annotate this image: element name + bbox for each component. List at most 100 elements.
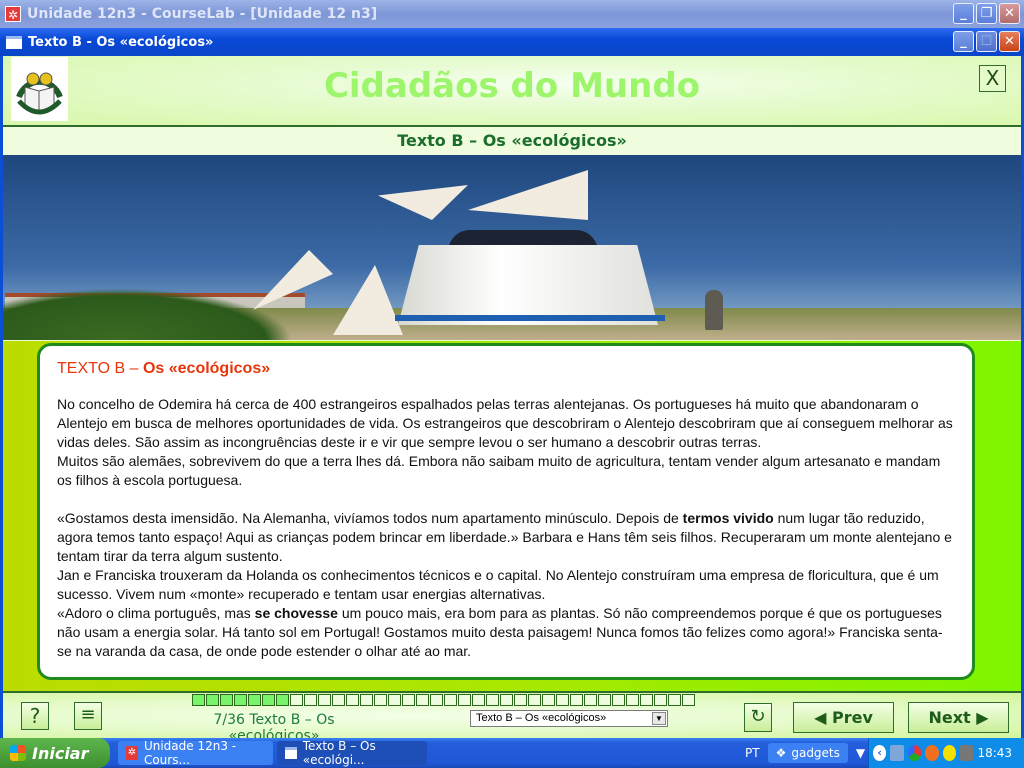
taskbar-item[interactable]: ✲ Unidade 12n3 - Cours...: [118, 739, 273, 767]
inner-window-title: Texto B - Os «ecológicos»: [28, 34, 214, 50]
toolbar-dropdown-icon[interactable]: ▼: [856, 746, 865, 760]
progress-cell[interactable]: [248, 694, 261, 706]
progress-cell[interactable]: [444, 694, 457, 706]
photo-person: [705, 290, 723, 330]
outer-minimize-button[interactable]: _: [953, 3, 974, 24]
inner-window-titlebar[interactable]: Texto B - Os «ecológicos» _ ☐ ✕: [0, 28, 1024, 56]
gadgets-icon: ❖: [775, 746, 787, 760]
photo-mill-body: [398, 245, 658, 325]
bold-phrase: se chovesse: [254, 605, 338, 621]
article-paragraph: Muitos são alemães, sobrevivem do que a …: [57, 453, 941, 488]
progress-cell[interactable]: [584, 694, 597, 706]
article-paragraph: «Gostamos desta imensidão. Na Alemanha, …: [57, 509, 955, 566]
chevron-down-icon[interactable]: ▼: [652, 712, 666, 725]
inner-close-button[interactable]: ✕: [999, 31, 1020, 52]
progress-cell[interactable]: [500, 694, 513, 706]
progress-cell[interactable]: [528, 694, 541, 706]
progress-cell[interactable]: [318, 694, 331, 706]
progress-cell[interactable]: [402, 694, 415, 706]
progress-cell[interactable]: [192, 694, 205, 706]
courselab-icon: ✲: [126, 746, 138, 760]
progress-cell[interactable]: [626, 694, 639, 706]
progress-cell[interactable]: [682, 694, 695, 706]
progress-cell[interactable]: [514, 694, 527, 706]
progress-cell[interactable]: [458, 694, 471, 706]
courselab-icon: ✲: [5, 6, 21, 22]
inner-minimize-button[interactable]: _: [953, 31, 974, 52]
progress-cell[interactable]: [332, 694, 345, 706]
progress-cell[interactable]: [472, 694, 485, 706]
progress-cell[interactable]: [430, 694, 443, 706]
progress-cell[interactable]: [612, 694, 625, 706]
photo-sail: [378, 185, 468, 220]
taskbar-item-label: Unidade 12n3 - Cours...: [143, 739, 237, 767]
slide-subtitle: Texto B – Os «ecológicos»: [3, 127, 1021, 155]
browser-icon[interactable]: [907, 745, 922, 761]
next-button[interactable]: Next ▶: [908, 702, 1009, 733]
menu-button[interactable]: ≡: [74, 702, 102, 730]
progress-cell[interactable]: [598, 694, 611, 706]
progress-cell[interactable]: [360, 694, 373, 706]
start-button[interactable]: Iniciar: [0, 738, 110, 768]
bold-phrase: termos vivido: [682, 510, 774, 526]
progress-cell[interactable]: [206, 694, 219, 706]
course-header: Cidadãos do Mundo X: [3, 56, 1021, 127]
outer-close-button[interactable]: ✕: [999, 3, 1020, 24]
progress-cell[interactable]: [290, 694, 303, 706]
text-area-background: TEXTO B – Os «ecológicos» No concelho de…: [3, 341, 1021, 691]
progress-cell[interactable]: [220, 694, 233, 706]
progress-cell[interactable]: [262, 694, 275, 706]
progress-cell[interactable]: [276, 694, 289, 706]
progress-cell[interactable]: [668, 694, 681, 706]
start-label: Iniciar: [32, 743, 89, 763]
tray-collapse-icon[interactable]: ‹: [873, 745, 887, 761]
progress-cell[interactable]: [388, 694, 401, 706]
course-close-button[interactable]: X: [979, 65, 1006, 92]
article-title-main: Os «ecológicos»: [142, 360, 271, 377]
slide-select[interactable]: Texto B – Os «ecológicos» ▼: [470, 710, 668, 727]
slide-counter: 7/36 Texto B – Os «ecológicos»: [213, 712, 335, 738]
app-tray-icon[interactable]: [925, 745, 939, 761]
inner-maximize-button[interactable]: ☐: [976, 31, 997, 52]
article-panel: TEXTO B – Os «ecológicos» No concelho de…: [37, 343, 975, 680]
refresh-button[interactable]: ↻: [744, 703, 772, 732]
progress-cell[interactable]: [556, 694, 569, 706]
photo-sail: [333, 265, 403, 335]
outer-window-title: Unidade 12n3 - CourseLab - [Unidade 12 n…: [27, 6, 378, 22]
progress-bar: [192, 694, 695, 706]
progress-cell[interactable]: [304, 694, 317, 706]
photo-sail: [468, 170, 588, 220]
progress-cell[interactable]: [570, 694, 583, 706]
gadgets-label: gadgets: [791, 746, 840, 760]
clock[interactable]: 18:43: [977, 746, 1012, 760]
outer-window-titlebar[interactable]: ✲ Unidade 12n3 - CourseLab - [Unidade 12…: [0, 0, 1024, 28]
network-icon[interactable]: [890, 745, 904, 761]
inner-window: Texto B - Os «ecológicos» _ ☐ ✕ Cidadãos…: [0, 28, 1024, 738]
article-title: TEXTO B – Os «ecológicos»: [57, 360, 955, 378]
progress-cell[interactable]: [542, 694, 555, 706]
system-tray: ‹ 18:43: [868, 738, 1024, 768]
wifi-icon[interactable]: [942, 745, 957, 761]
taskbar-item-active[interactable]: Texto B – Os «ecológi...: [277, 739, 427, 767]
course-content: Cidadãos do Mundo X Texto B – Os «ecológ…: [3, 56, 1021, 738]
progress-cell[interactable]: [234, 694, 247, 706]
progress-cell[interactable]: [416, 694, 429, 706]
language-indicator[interactable]: PT: [745, 746, 760, 760]
progress-cell[interactable]: [640, 694, 653, 706]
slide-select-value: Texto B – Os «ecológicos»: [476, 712, 607, 724]
course-title: Cidadãos do Mundo: [323, 66, 701, 106]
navigation-footer: ? ≡ 7/36 Texto B – Os «ecológicos» Texto…: [3, 691, 1021, 738]
progress-cell[interactable]: [374, 694, 387, 706]
help-button[interactable]: ?: [21, 702, 49, 730]
progress-cell[interactable]: [654, 694, 667, 706]
gadgets-button[interactable]: ❖ gadgets: [767, 743, 848, 763]
progress-cell[interactable]: [346, 694, 359, 706]
article-title-prefix: TEXTO B –: [57, 360, 143, 377]
photo-mill-stripe: [395, 315, 665, 321]
taskbar: Iniciar ✲ Unidade 12n3 - Cours... Texto …: [0, 738, 1024, 768]
monitor-icon[interactable]: [960, 745, 974, 761]
text-span: «Gostamos desta imensidão. Na Alemanha, …: [57, 510, 683, 526]
prev-button[interactable]: ◀ Prev: [793, 702, 894, 733]
outer-restore-button[interactable]: ❐: [976, 3, 997, 24]
progress-cell[interactable]: [486, 694, 499, 706]
